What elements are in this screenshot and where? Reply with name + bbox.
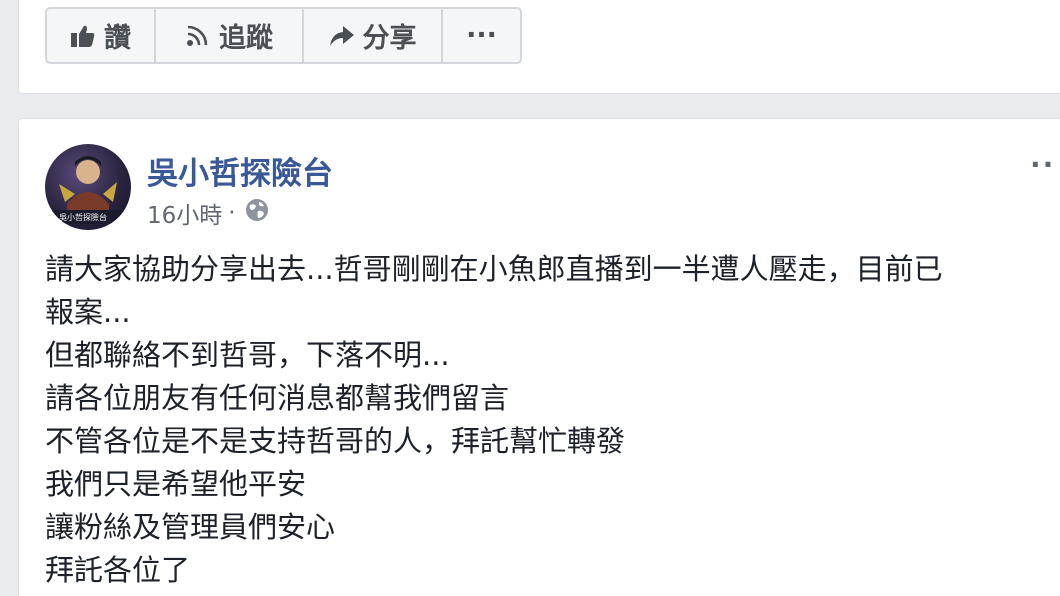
globe-icon[interactable] bbox=[244, 197, 270, 229]
post-meta: 16小時 · bbox=[147, 196, 270, 230]
post-line: 不管各位是不是支持哲哥的人，拜託幫忙轉發 bbox=[45, 424, 626, 458]
thumbs-up-icon bbox=[70, 24, 96, 48]
page-name-link[interactable]: 吳小哲探險台 bbox=[147, 148, 333, 193]
rss-icon bbox=[185, 24, 211, 48]
share-label: 分享 bbox=[362, 23, 417, 54]
post-line: 請各位朋友有任何消息都幫我們留言 bbox=[45, 381, 510, 415]
follow-label: 追蹤 bbox=[219, 23, 273, 54]
more-actions-button[interactable]: ··· bbox=[443, 9, 520, 62]
post-line: 我們只是希望他平安 bbox=[45, 467, 307, 501]
post-line: 但都聯絡不到哲哥，下落不明... bbox=[45, 338, 450, 372]
meta-separator: · bbox=[228, 200, 236, 226]
like-label: 讚 bbox=[104, 23, 131, 54]
post-text: 請大家協助分享出去...哲哥剛剛在小魚郎直播到一半遭人壓走，目前已 報案... … bbox=[45, 248, 1045, 592]
post-line: 請大家協助分享出去...哲哥剛剛在小魚郎直播到一半遭人壓走，目前已 bbox=[45, 252, 943, 286]
avatar[interactable]: 吳小哲探險台 bbox=[45, 144, 131, 230]
post-line: 拜託各位了 bbox=[45, 553, 191, 587]
like-button[interactable]: 讚 bbox=[47, 9, 156, 62]
feed: 讚 追蹤 分享 ··· 吳小哲探險台 吳小哲探險台 16小時 · ·· 請大家協… bbox=[0, 0, 1060, 596]
page-action-bar: 讚 追蹤 分享 ··· bbox=[45, 7, 522, 64]
share-button[interactable]: 分享 bbox=[304, 9, 443, 62]
share-arrow-icon bbox=[329, 24, 355, 48]
post-line: 報案... bbox=[45, 295, 131, 329]
post-line: 讓粉絲及管理員們安心 bbox=[45, 510, 336, 544]
follow-button[interactable]: 追蹤 bbox=[156, 9, 304, 62]
post-timestamp[interactable]: 16小時 bbox=[147, 196, 222, 230]
more-actions-label: ··· bbox=[466, 20, 497, 51]
post-options-button[interactable]: ·· bbox=[1030, 148, 1055, 181]
avatar-caption: 吳小哲探險台 bbox=[59, 213, 107, 222]
